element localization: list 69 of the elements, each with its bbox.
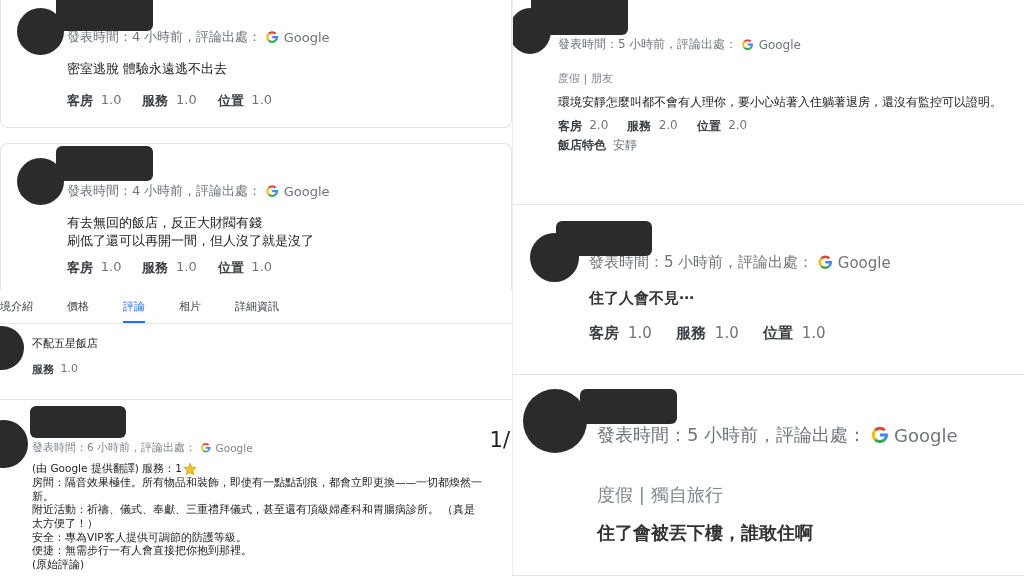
review-text: 便捷：無需步行一有人會直接把你抱到那裡。 <box>32 544 253 558</box>
rating-value: 1.0 <box>60 361 79 377</box>
page-indicator: 1/ <box>489 428 510 452</box>
rating-value: 2.0 <box>589 118 609 135</box>
rating-label: 服務 <box>142 91 169 110</box>
source-label: Google <box>283 183 330 199</box>
review-text: 房間：隔音效果極佳。所有物品和裝飾，即使有一點點刮痕，都會立即更換——一切都煥然一新。 <box>32 476 483 503</box>
review-text: 安全：專為VIP客人提供可調節的防護等級。 <box>32 530 248 545</box>
google-icon <box>817 254 834 271</box>
trip-tags: 度假 | 朋友 <box>558 71 1024 86</box>
google-icon <box>265 183 280 199</box>
review-text: 環境安靜怎麼叫都不會有人理你，要小心站著入住躺著退房，還沒有監控可以證明。 <box>558 94 1003 111</box>
source-label: Google <box>215 442 253 454</box>
rating-value: 1.0 <box>714 324 739 344</box>
post-time: 發表時間：4 小時前，評論出處： <box>67 28 262 46</box>
review-text: 刷低了還可以再開一間，但人沒了就是沒了 <box>67 231 315 250</box>
rating-label: 服務 <box>627 118 652 136</box>
post-time: 發表時間：5 小時前，評論出處： <box>558 36 738 53</box>
rating-value: 1.0 <box>251 259 273 277</box>
star-icon <box>182 462 197 476</box>
feature-label: 飯店特色 <box>558 137 606 155</box>
google-icon <box>200 442 212 454</box>
rating-label: 位置 <box>217 91 244 110</box>
review-text: (由 Google 提供翻譯) 服務：1 <box>32 462 182 476</box>
avatar-redaction <box>17 158 64 205</box>
tab[interactable]: 相片 <box>179 290 201 323</box>
rating-value: 1.0 <box>176 259 197 277</box>
google-icon <box>741 37 755 52</box>
rating-label: 客房 <box>67 259 93 278</box>
source-label: Google <box>837 253 891 272</box>
rating-label: 位置 <box>762 324 793 344</box>
feature-value: 安靜 <box>613 137 638 155</box>
rating-value: 1.0 <box>100 259 122 277</box>
post-time: 發表時間：4 小時前，評論出處： <box>67 182 262 200</box>
tab[interactable]: 價格 <box>67 290 89 323</box>
tab[interactable]: 詳細資訊 <box>235 290 279 323</box>
source-label: Google <box>758 37 801 52</box>
google-icon <box>870 425 890 445</box>
rating-label: 客房 <box>558 118 582 136</box>
post-time: 發表時間：6 小時前，評論出處： <box>32 441 197 455</box>
tab[interactable]: 境介紹 <box>0 290 33 323</box>
review-text: 有去無回的飯店，反正大財閥有錢 <box>67 214 263 232</box>
review-text: 附近活動：祈禱、儀式、奉獻、三重禮拜儀式，甚至還有頂級婦產科和胃腸病診所。 （真是太方便了！） <box>32 503 477 531</box>
rating-value: 2.0 <box>658 118 678 135</box>
review-text: 不配五星飯店 <box>32 337 99 352</box>
rating-value: 1.0 <box>176 91 197 109</box>
rating-value: 1.0 <box>100 91 122 109</box>
rating-value: 1.0 <box>801 324 826 344</box>
rating-label: 客房 <box>589 324 619 344</box>
source-label: Google <box>283 29 330 45</box>
google-icon <box>265 29 280 45</box>
source-label: Google <box>894 424 958 446</box>
rating-value: 1.0 <box>628 324 652 344</box>
trip-tags: 度假 | 獨自旅行 <box>597 483 1024 507</box>
rating-label: 服務 <box>142 259 169 278</box>
rating-value: 2.0 <box>728 118 748 135</box>
review-text: 密室逃脫 體驗永遠逃不出去 <box>67 60 229 78</box>
rating-label: 客房 <box>67 91 93 110</box>
rating-label: 服務 <box>32 361 54 377</box>
rating-label: 位置 <box>696 118 721 136</box>
review-text: 住了會被丟下樓，誰敢住啊 <box>597 521 814 545</box>
rating-value: 1.0 <box>251 91 273 109</box>
review-text: (原始評論) <box>32 557 86 572</box>
review-text: 住了人會不見⋯ <box>589 288 695 309</box>
post-time: 發表時間：5 小時前，評論出處： <box>597 423 867 447</box>
rating-label: 位置 <box>217 259 244 278</box>
avatar-redaction <box>17 8 64 55</box>
rating-label: 服務 <box>675 324 706 344</box>
tab[interactable]: 評論 <box>123 290 145 323</box>
